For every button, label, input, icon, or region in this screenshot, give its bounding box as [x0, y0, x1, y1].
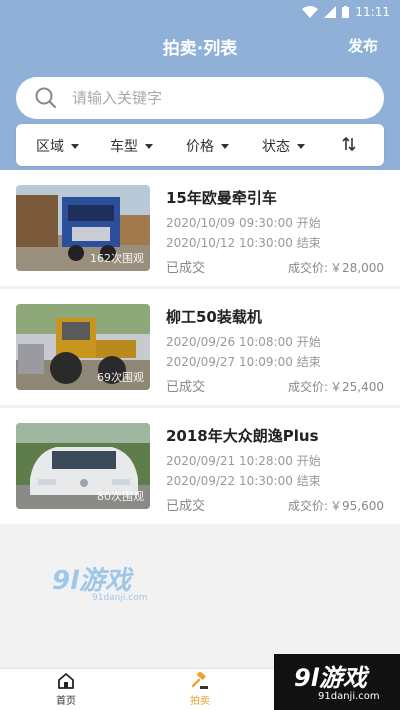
status-bar: 11:11	[0, 0, 400, 24]
filter-status[interactable]: 状态	[262, 136, 305, 156]
search-icon	[35, 87, 56, 108]
signal-icon	[324, 6, 337, 18]
price-label: 成交价:	[287, 499, 328, 513]
item-start-time: 2020/09/26 10:08:00 开始	[166, 335, 321, 349]
status-icons: 11:11	[302, 5, 390, 19]
battery-icon	[342, 6, 350, 18]
gavel-icon	[191, 672, 208, 689]
watermark-badge-site: 91danji.com	[318, 691, 380, 702]
item-title: 柳工50装载机	[166, 308, 262, 326]
filter-bar: 区域 车型 价格 状态	[16, 124, 384, 166]
item-thumbnail: 69次围观	[16, 304, 150, 390]
filter-vehicle-type[interactable]: 车型	[110, 136, 153, 156]
price-value: ￥28,000	[330, 261, 384, 275]
nav-label: 首页	[56, 696, 76, 707]
filter-label: 车型	[110, 139, 138, 155]
item-price: 成交价: ￥28,000	[288, 259, 384, 276]
search-section	[0, 68, 400, 124]
nav-home[interactable]: 首页	[36, 672, 96, 707]
app-header: 拍卖·列表 发布	[0, 24, 400, 68]
item-price: 成交价: ￥95,600	[288, 497, 384, 514]
auction-item[interactable]: 162次围观 15年欧曼牵引车 2020/10/09 09:30:00 开始 2…	[0, 170, 400, 286]
search-box[interactable]	[16, 77, 384, 119]
filter-label: 区域	[36, 139, 64, 155]
sort-icon[interactable]	[342, 136, 356, 152]
auction-item[interactable]: 80次围观 2018年大众朗逸Plus 2020/09/21 10:28:00 …	[0, 408, 400, 524]
filter-label: 价格	[186, 139, 214, 155]
view-count: 69次围观	[97, 371, 144, 384]
publish-button[interactable]: 发布	[348, 35, 378, 56]
search-input[interactable]	[72, 89, 342, 107]
status-time: 11:11	[355, 5, 390, 19]
watermark-badge-text: 9l游戏	[294, 664, 367, 692]
item-end-time: 2020/10/12 10:30:00 结束	[166, 236, 321, 250]
item-status: 已成交	[166, 499, 206, 514]
watermark-site: 91danji.com	[92, 593, 148, 603]
page-title: 拍卖·列表	[162, 39, 238, 59]
view-count: 80次围观	[97, 490, 144, 503]
item-start-time: 2020/10/09 09:30:00 开始	[166, 216, 321, 230]
watermark-badge: 9l游戏 91danji.com	[274, 654, 400, 710]
item-thumbnail: 162次围观	[16, 185, 150, 271]
nav-label: 拍卖	[190, 696, 210, 707]
item-status: 已成交	[166, 380, 206, 395]
filter-label: 状态	[262, 139, 290, 155]
item-status: 已成交	[166, 261, 206, 276]
wifi-icon	[302, 6, 319, 18]
item-price: 成交价: ￥25,400	[288, 378, 384, 395]
caret-down-icon	[145, 143, 153, 149]
item-title: 2018年大众朗逸Plus	[166, 427, 319, 445]
nav-auction[interactable]: 拍卖	[170, 672, 230, 707]
view-count: 162次围观	[90, 252, 144, 265]
price-label: 成交价:	[287, 261, 328, 275]
filter-region[interactable]: 区域	[36, 136, 79, 156]
caret-down-icon	[297, 143, 305, 149]
watermark-logo-text: 9l游戏	[52, 566, 132, 596]
caret-down-icon	[221, 143, 229, 149]
caret-down-icon	[71, 143, 79, 149]
price-label: 成交价:	[287, 380, 328, 394]
item-thumbnail: 80次围观	[16, 423, 150, 509]
price-value: ￥95,600	[330, 499, 384, 513]
auction-item[interactable]: 69次围观 柳工50装载机 2020/09/26 10:08:00 开始 202…	[0, 289, 400, 405]
watermark-logo: 9l游戏 91danji.com	[52, 560, 147, 603]
item-end-time: 2020/09/27 10:09:00 结束	[166, 355, 321, 369]
price-value: ￥25,400	[330, 380, 384, 394]
item-start-time: 2020/09/21 10:28:00 开始	[166, 454, 321, 468]
filter-section: 区域 车型 价格 状态	[0, 124, 400, 170]
item-title: 15年欧曼牵引车	[166, 189, 277, 207]
item-end-time: 2020/09/22 10:30:00 结束	[166, 474, 321, 488]
filter-price[interactable]: 价格	[186, 136, 229, 156]
home-icon	[58, 673, 74, 689]
